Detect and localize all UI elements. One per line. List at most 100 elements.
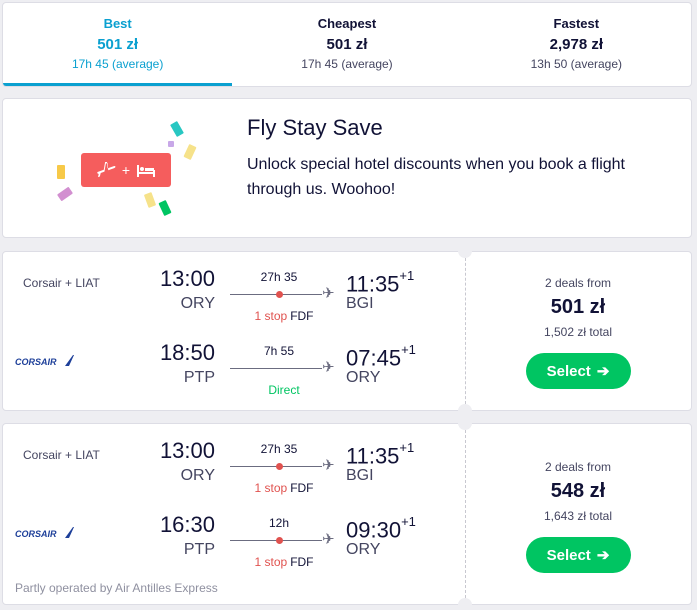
operated-by-note: Partly operated by Air Antilles Express xyxy=(15,581,218,595)
confetti-icon xyxy=(170,120,184,138)
day-offset: +1 xyxy=(399,440,415,455)
flight-result-card[interactable]: Corsair + LIAT 13:00 ORY 27h 35 ✈ 1 stop… xyxy=(2,244,692,418)
stop-dot xyxy=(276,463,283,470)
stops-info: Direct xyxy=(229,383,339,397)
tab-duration: 13h 50 (average) xyxy=(530,57,623,71)
select-label: Select xyxy=(546,546,591,564)
stops-label: 1 stop xyxy=(254,309,288,323)
confetti-icon xyxy=(168,141,174,147)
plane-icon: ✈ xyxy=(322,359,335,376)
route-line xyxy=(230,368,322,369)
logo-text: CORSAIR xyxy=(15,357,57,367)
flight-duration: 27h 35 xyxy=(260,270,298,284)
confetti-icon xyxy=(143,192,157,208)
select-button[interactable]: Select ➔ xyxy=(525,537,631,573)
arrival-time-value: 09:30 xyxy=(346,517,402,543)
select-label: Select xyxy=(546,362,591,380)
promo-text: Unlock special hotel discounts when you … xyxy=(247,156,625,198)
stops-label: Direct xyxy=(268,383,300,397)
arrival-time-value: 11:35 xyxy=(346,443,400,469)
flight-legs: Corsair + LIAT 13:00 ORY 27h 35 ✈ 1 stop… xyxy=(3,424,465,604)
outbound-leg: Corsair + LIAT 13:00 ORY 27h 35 ✈ 1 stop… xyxy=(3,438,465,498)
confetti-icon xyxy=(57,165,65,179)
departure-time: 13:00 xyxy=(159,266,215,291)
deals-count: 2 deals from xyxy=(544,460,612,474)
arrival-airport: BGI xyxy=(346,295,374,312)
departure-airport: PTP xyxy=(183,369,215,386)
day-offset: +1 xyxy=(401,342,416,357)
tab-label: Fastest xyxy=(553,16,600,31)
plane-icon: ✈ xyxy=(322,531,335,548)
arrow-right-icon: ➔ xyxy=(596,547,610,564)
tab-price: 501 zł xyxy=(326,36,368,53)
tab-fastest[interactable]: Fastest 2,978 zł 13h 50 (average) xyxy=(462,3,691,86)
flight-plus-hotel-badge: + xyxy=(81,153,171,187)
arrow-right-icon: ➔ xyxy=(596,363,610,380)
price: 548 zł xyxy=(550,480,606,502)
sort-tabs: Best 501 zł 17h 45 (average) Cheapest 50… xyxy=(2,2,692,87)
day-offset: +1 xyxy=(401,514,416,529)
stop-dot xyxy=(276,537,283,544)
departure-airport: ORY xyxy=(180,467,215,484)
tab-price: 2,978 zł xyxy=(549,36,603,53)
promo-title: Fly Stay Save xyxy=(247,115,383,140)
stop-airport: FDF xyxy=(290,309,314,323)
departure-airport: ORY xyxy=(180,295,215,312)
tab-label: Cheapest xyxy=(317,16,377,31)
confetti-icon xyxy=(183,143,197,161)
arrival-time-value: 07:45 xyxy=(346,345,402,371)
plane-icon: ✈ xyxy=(322,285,335,302)
stops-label: 1 stop xyxy=(254,481,288,495)
arrival-time: 09:30+1 xyxy=(346,512,416,543)
stops-info: 1 stop FDF xyxy=(229,309,339,323)
outbound-leg: Corsair + LIAT 13:00 ORY 27h 35 ✈ 1 stop… xyxy=(3,266,465,326)
departure-airport: PTP xyxy=(183,541,215,558)
fly-stay-save-promo: + Fly Stay Save Unlock special hotel dis… xyxy=(2,98,692,238)
tab-label: Best xyxy=(103,16,132,31)
return-leg: CORSAIR 18:50 PTP 7h 55 ✈ Direct 07:45+1… xyxy=(3,340,465,400)
promo-illustration: + xyxy=(43,117,213,227)
tab-price: 501 zł xyxy=(97,36,139,53)
arrival-time: 11:35+1 xyxy=(346,438,414,469)
tab-duration: 17h 45 (average) xyxy=(301,57,393,71)
confetti-icon xyxy=(56,186,74,202)
select-button[interactable]: Select ➔ xyxy=(525,353,631,389)
total-price: 1,502 zł total xyxy=(543,325,613,339)
arrival-time: 07:45+1 xyxy=(346,340,416,371)
price-box: 2 deals from 548 zł 1,643 zł total Selec… xyxy=(465,424,691,604)
corsair-logo: CORSAIR xyxy=(15,354,77,368)
bed-icon xyxy=(137,165,156,177)
tab-cheapest[interactable]: Cheapest 501 zł 17h 45 (average) xyxy=(232,3,461,86)
stops-info: 1 stop FDF xyxy=(229,555,339,569)
plane-icon: ✈ xyxy=(322,457,335,474)
departure-time: 16:30 xyxy=(159,512,215,537)
flight-result-card[interactable]: Corsair + LIAT 13:00 ORY 27h 35 ✈ 1 stop… xyxy=(2,416,692,610)
corsair-logo: CORSAIR xyxy=(15,526,77,540)
departure-time: 18:50 xyxy=(159,340,215,365)
tab-duration: 17h 45 (average) xyxy=(71,57,164,71)
departure-time: 13:00 xyxy=(159,438,215,463)
stop-airport: FDF xyxy=(290,555,314,569)
flight-duration: 7h 55 xyxy=(263,344,295,358)
flight-duration: 27h 35 xyxy=(260,442,298,456)
plane-icon xyxy=(97,162,116,178)
deals-count: 2 deals from xyxy=(544,276,612,290)
stop-dot xyxy=(276,291,283,298)
airline-name: Corsair + LIAT xyxy=(23,276,100,290)
logo-text: CORSAIR xyxy=(15,529,57,539)
flight-legs: Corsair + LIAT 13:00 ORY 27h 35 ✈ 1 stop… xyxy=(3,252,465,410)
flight-duration: 12h xyxy=(268,516,290,530)
arrival-airport: ORY xyxy=(346,369,381,386)
arrival-time: 11:35+1 xyxy=(346,266,414,297)
plus-text: + xyxy=(121,162,131,178)
arrival-time-value: 11:35 xyxy=(346,271,400,297)
stops-label: 1 stop xyxy=(254,555,288,569)
price: 501 zł xyxy=(550,296,606,318)
total-price: 1,643 zł total xyxy=(543,509,613,523)
confetti-icon xyxy=(158,199,172,217)
day-offset: +1 xyxy=(399,268,415,283)
arrival-airport: BGI xyxy=(346,467,374,484)
return-leg: CORSAIR 16:30 PTP 12h ✈ 1 stop FDF 09:30+… xyxy=(3,512,465,572)
price-box: 2 deals from 501 zł 1,502 zł total Selec… xyxy=(465,252,691,410)
tab-best[interactable]: Best 501 zł 17h 45 (average) xyxy=(3,3,233,86)
